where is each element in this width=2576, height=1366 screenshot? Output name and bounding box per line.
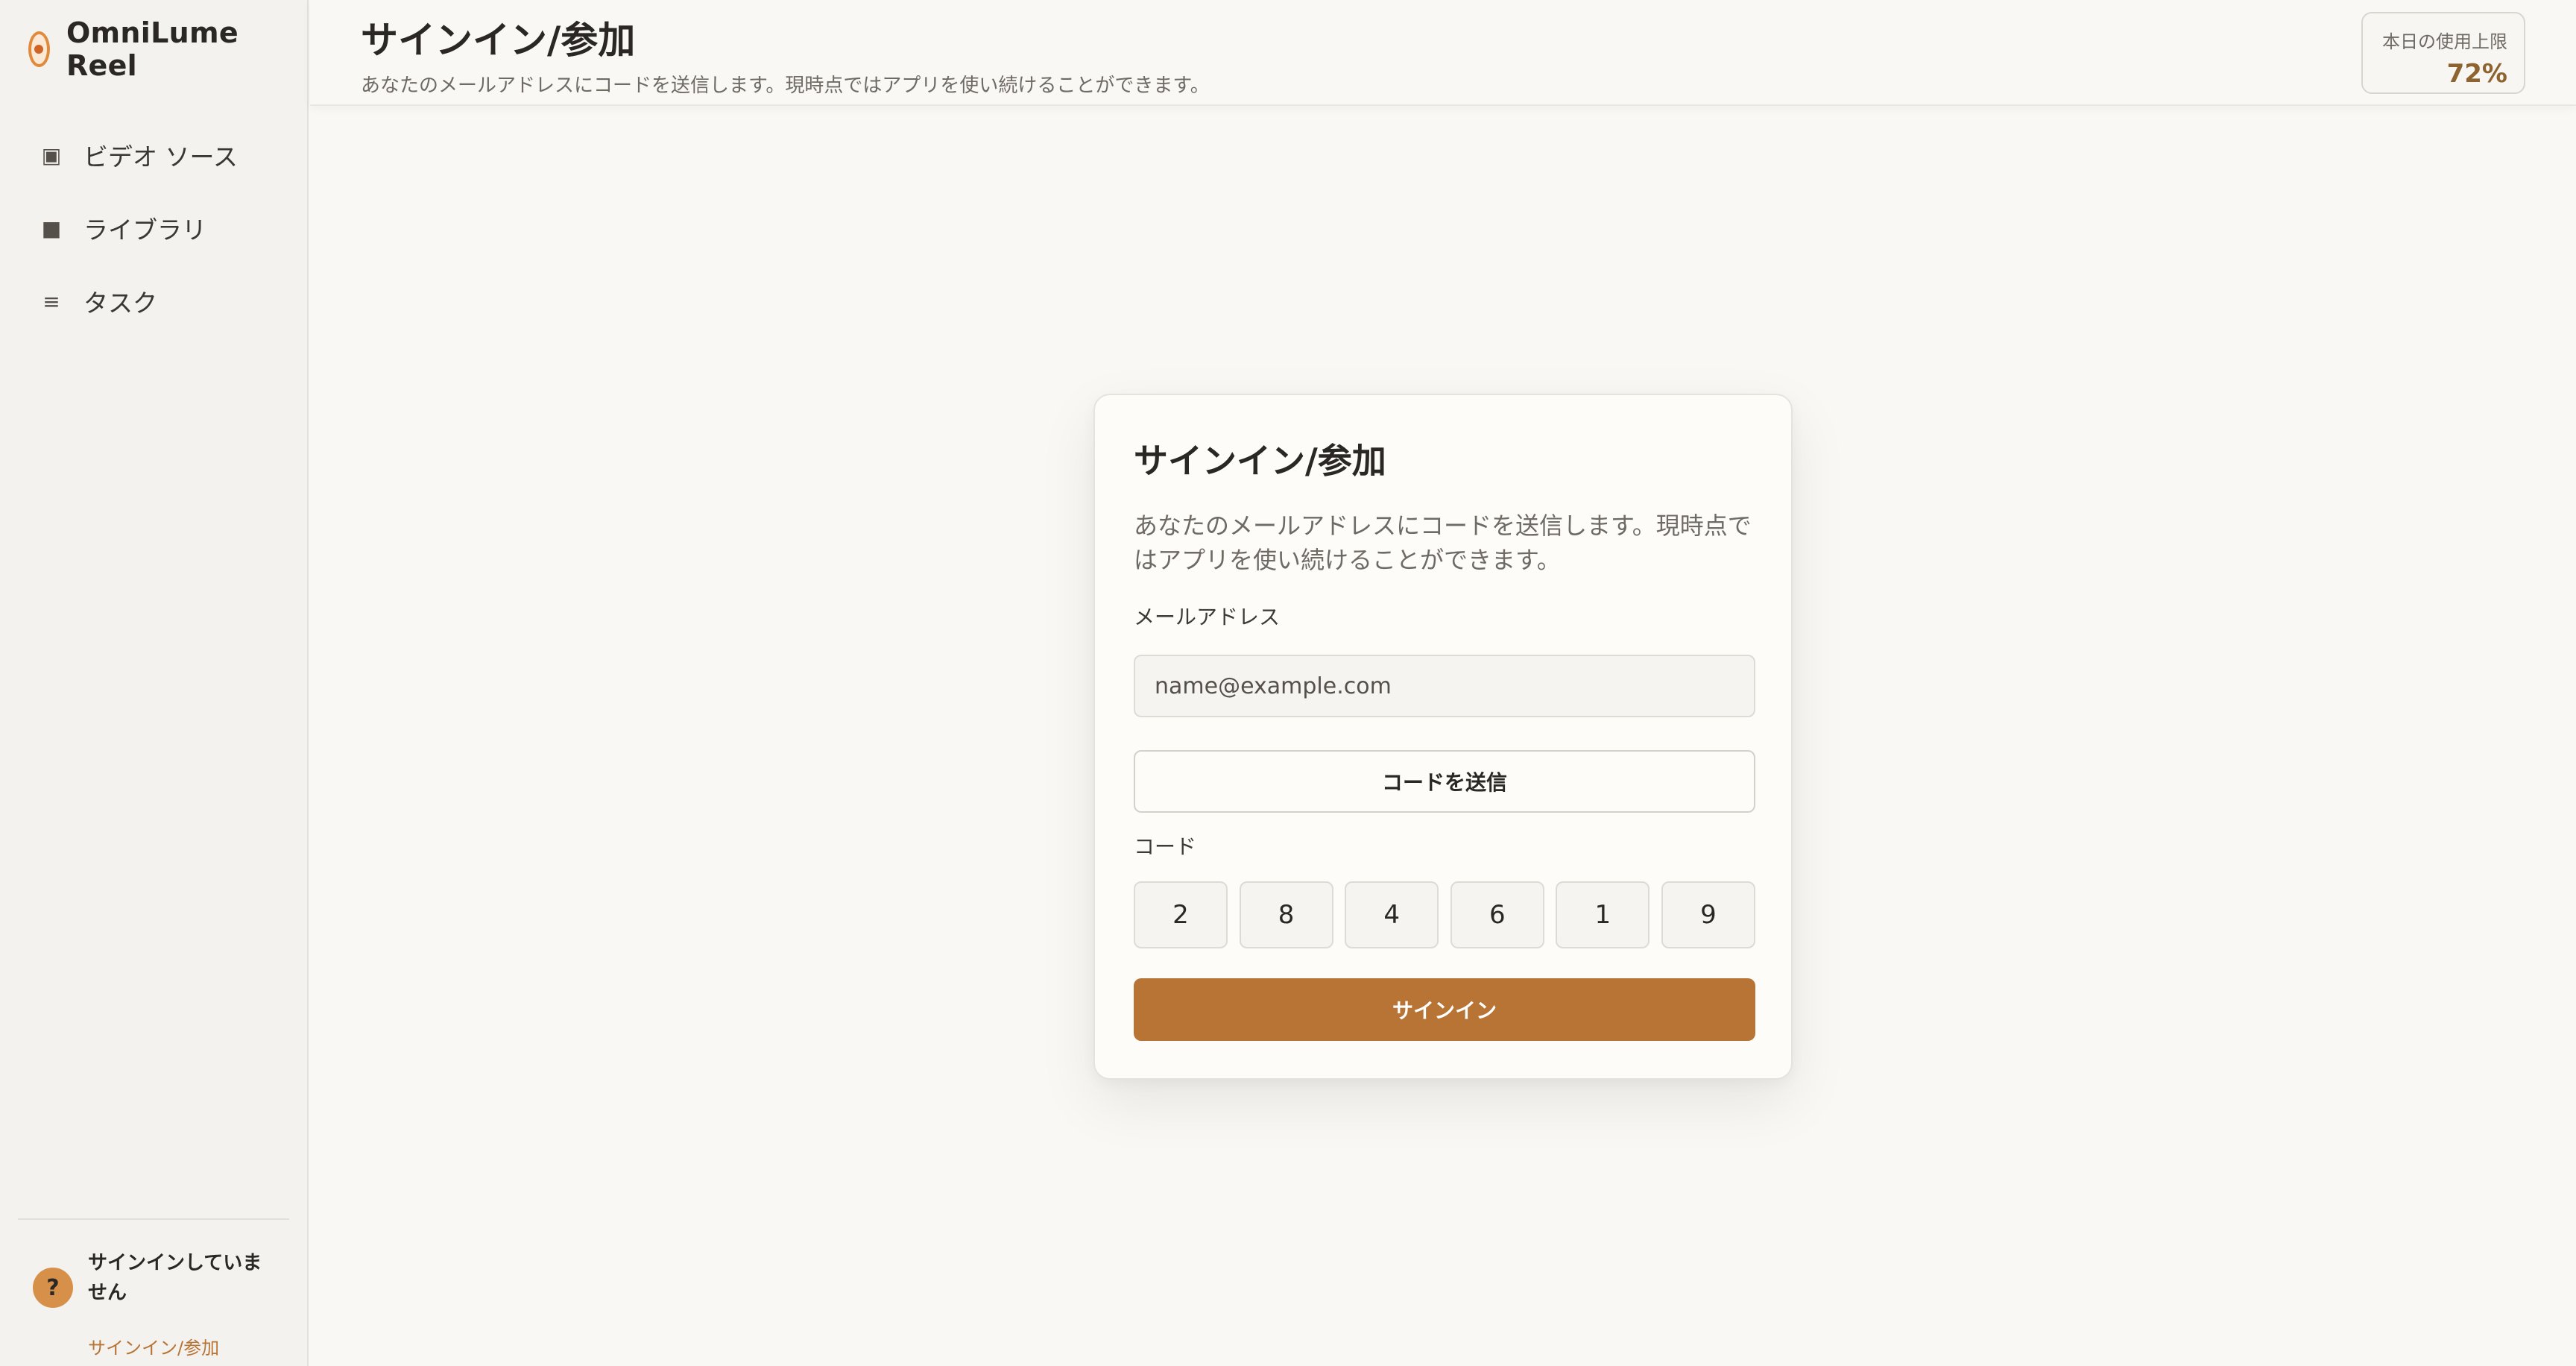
send-code-button[interactable]: コードを送信: [1134, 750, 1755, 813]
code-digit-5[interactable]: 1: [1556, 881, 1650, 948]
code-label: コード: [1134, 834, 1197, 859]
page-subtitle: あなたのメールアドレスにコードを送信します。現時点ではアプリを使い続けることがで…: [361, 75, 1210, 97]
sidebar-item-tasks[interactable]: ≡ タスク: [15, 271, 294, 331]
sidebar-item-label: ライブラリ: [83, 215, 206, 245]
sidebar-nav: ▣ ビデオ ソース ■ ライブラリ ≡ タスク: [15, 125, 294, 344]
sidebar-item-library[interactable]: ■ ライブラリ: [15, 198, 294, 258]
account-status: サインインしていません: [88, 1252, 262, 1304]
account-panel: ? サインインしていません サインイン/参加: [18, 1218, 289, 1366]
code-digit-1[interactable]: 2: [1134, 881, 1228, 948]
email-label: メールアドレス: [1134, 605, 1281, 629]
signin-button[interactable]: サインイン: [1134, 978, 1755, 1041]
email-field[interactable]: [1134, 655, 1755, 717]
omnilume-logo-icon: [28, 31, 50, 67]
signin-join-link[interactable]: サインイン/参加: [88, 1333, 219, 1359]
sidebar-item-label: ビデオ ソース: [83, 142, 238, 171]
code-inputs: 2 8 4 6 1 9: [1134, 881, 1755, 948]
usage-value: 72%: [2446, 59, 2507, 89]
daily-usage-badge: 本日の使用上限 72%: [2361, 12, 2525, 94]
usage-label: 本日の使用上限: [2382, 31, 2507, 52]
sidebar: OmniLume Reel ▣ ビデオ ソース ■ ライブラリ ≡ タスク ? …: [0, 0, 309, 1366]
tasks-icon: ≡: [42, 289, 60, 314]
code-digit-6[interactable]: 9: [1661, 881, 1755, 948]
page-title: サインイン/参加: [361, 19, 636, 62]
page-header: サインイン/参加 あなたのメールアドレスにコードを送信します。現時点ではアプリを…: [310, 0, 2576, 106]
code-digit-4[interactable]: 6: [1450, 881, 1544, 948]
library-icon: ■: [41, 215, 62, 241]
card-description: あなたのメールアドレスにコードを送信します。現時点ではアプリを使い続けることがで…: [1134, 512, 1752, 574]
sidebar-item-label: タスク: [83, 289, 157, 318]
question-avatar-icon: ?: [33, 1268, 73, 1308]
video-source-icon: ▣: [41, 142, 62, 168]
brand[interactable]: OmniLume Reel: [28, 16, 307, 82]
app-name: OmniLume Reel: [66, 16, 239, 82]
card-title: サインイン/参加: [1134, 441, 1386, 481]
sidebar-item-video-source[interactable]: ▣ ビデオ ソース: [15, 125, 294, 185]
signin-card: サインイン/参加 あなたのメールアドレスにコードを送信します。現時点ではアプリを…: [1093, 394, 1793, 1080]
code-digit-3[interactable]: 4: [1345, 881, 1439, 948]
code-digit-2[interactable]: 8: [1239, 881, 1333, 948]
